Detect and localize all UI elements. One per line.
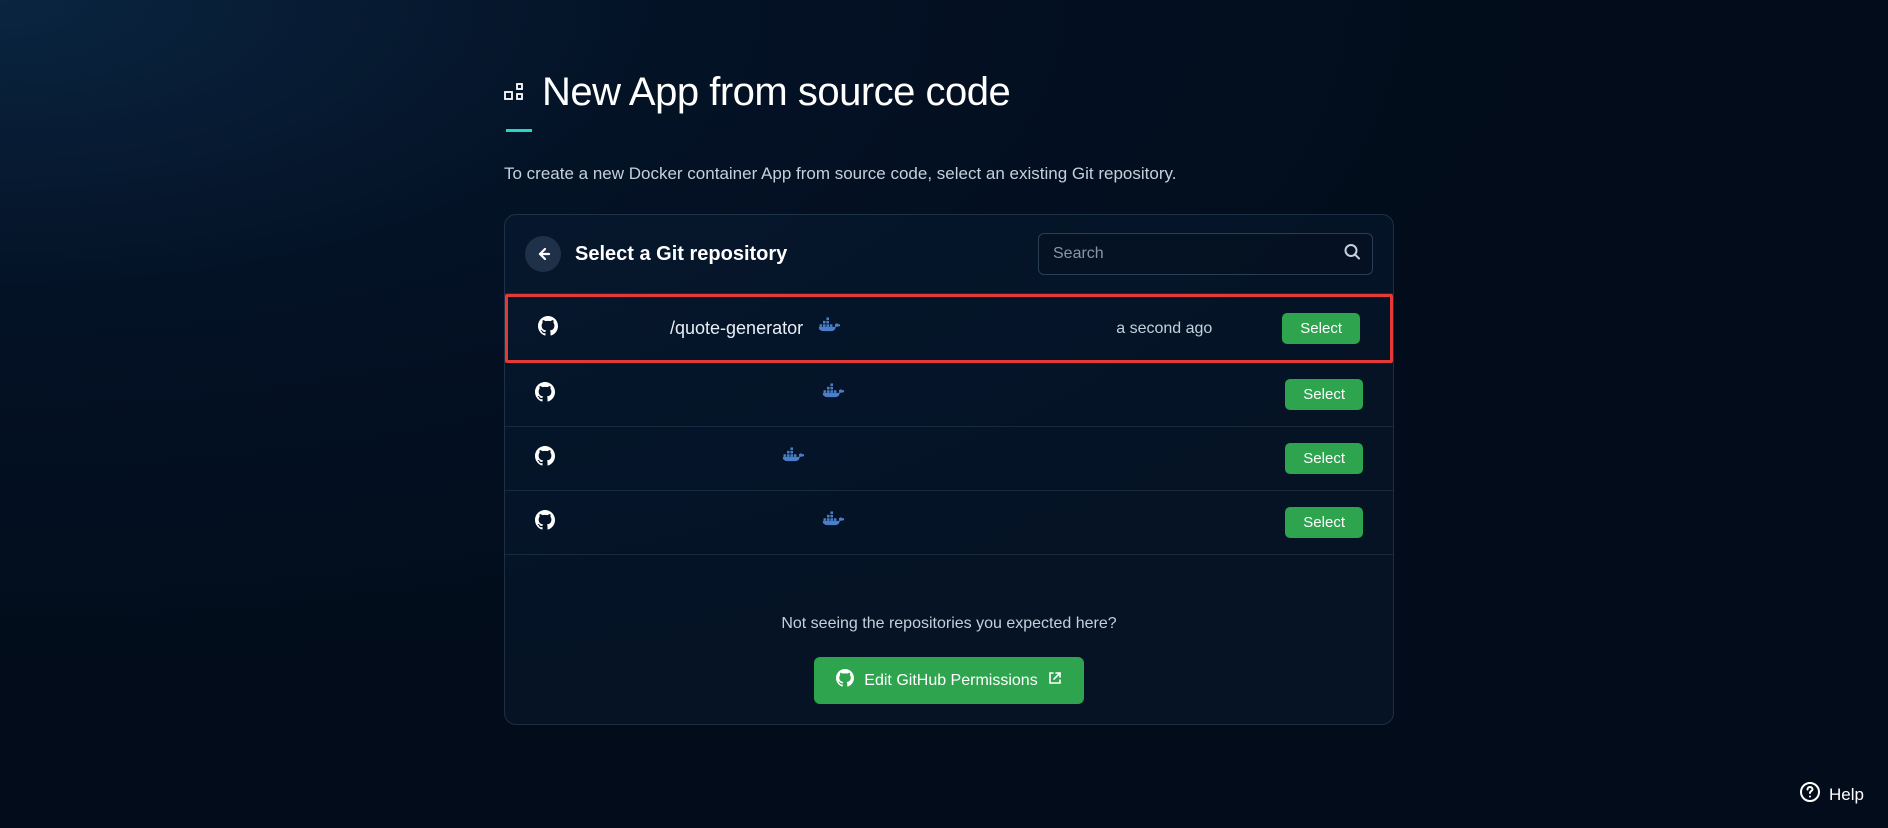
repo-row: Select — [505, 363, 1393, 427]
repo-row: /quote-generator a second ago Select — [505, 294, 1393, 363]
search-input[interactable] — [1038, 233, 1373, 275]
edit-permissions-label: Edit GitHub Permissions — [864, 672, 1037, 690]
github-icon — [535, 382, 555, 407]
select-button[interactable]: Select — [1282, 313, 1360, 344]
docker-icon — [781, 447, 805, 470]
external-link-icon — [1048, 671, 1062, 690]
back-button[interactable] — [525, 236, 561, 272]
page-title: New App from source code — [542, 70, 1010, 115]
help-label: Help — [1829, 785, 1864, 805]
edit-permissions-button[interactable]: Edit GitHub Permissions — [814, 657, 1083, 704]
select-button[interactable]: Select — [1285, 379, 1363, 410]
docker-icon — [821, 511, 845, 534]
help-button[interactable]: Help — [1799, 781, 1864, 808]
github-icon — [836, 669, 854, 692]
panel-title: Select a Git repository — [575, 243, 787, 266]
select-button[interactable]: Select — [1285, 507, 1363, 538]
footer-section: Not seeing the repositories you expected… — [505, 555, 1393, 724]
repo-panel: Select a Git repository /quote-generator… — [504, 214, 1394, 725]
repo-row: Select — [505, 427, 1393, 491]
page-subtitle: To create a new Docker container App fro… — [504, 164, 1394, 184]
search-icon — [1343, 243, 1361, 266]
repo-name: /quote-generator — [670, 318, 803, 339]
github-icon — [535, 446, 555, 471]
footer-prompt: Not seeing the repositories you expected… — [525, 615, 1373, 633]
grid-icon — [504, 83, 526, 110]
search-box — [1038, 233, 1373, 275]
select-button[interactable]: Select — [1285, 443, 1363, 474]
github-icon — [535, 510, 555, 535]
docker-icon — [817, 317, 841, 340]
help-icon — [1799, 781, 1821, 808]
panel-header: Select a Git repository — [505, 215, 1393, 294]
github-icon — [538, 316, 558, 341]
docker-icon — [821, 383, 845, 406]
repo-timestamp: a second ago — [1116, 320, 1212, 338]
accent-bar — [506, 129, 532, 132]
repo-row: Select — [505, 491, 1393, 555]
page-header: New App from source code To create a new… — [504, 70, 1394, 184]
